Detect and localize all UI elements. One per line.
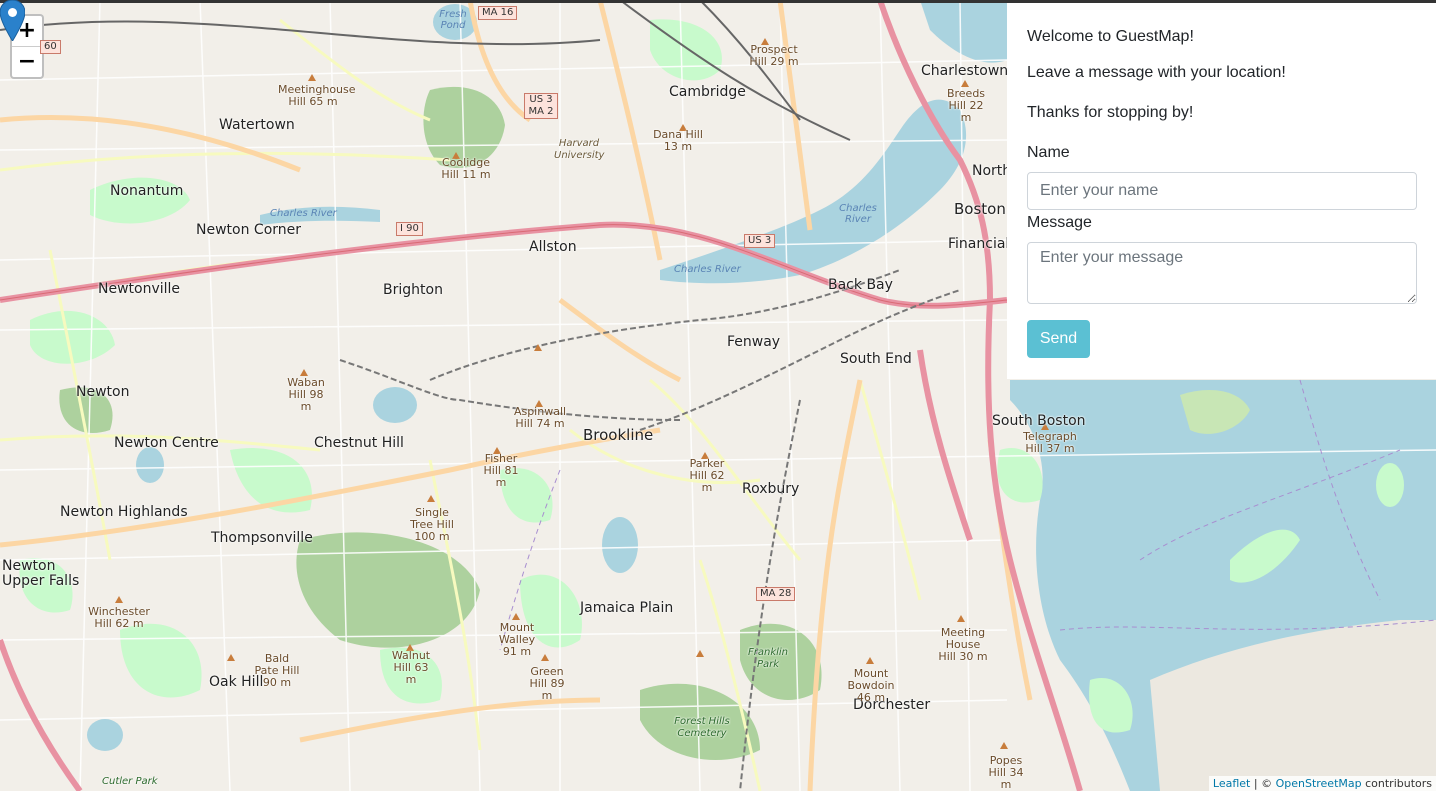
attribution-suffix: contributors (1361, 777, 1432, 790)
name-label: Name (1027, 144, 1070, 161)
message-input[interactable] (1027, 242, 1417, 304)
place-label: Roxbury (742, 481, 800, 497)
hill-label: Winchester Hill 62 m (88, 605, 150, 630)
hill-label: Mount Bowdoin 46 m (847, 667, 895, 704)
route-shield: MA 28 (756, 587, 796, 601)
openstreetmap-link[interactable]: OpenStreetMap (1276, 777, 1362, 790)
hill-label: Breeds Hill 22 m (946, 87, 986, 124)
hill-label: Coolidge Hill 11 m (441, 156, 491, 181)
place-label: Fenway (727, 334, 781, 350)
location-marker-icon[interactable] (0, 0, 25, 41)
route-shield: US 3 MA 2 (524, 93, 558, 119)
place-label: Watertown (219, 117, 295, 133)
cemetery-label: Forest Hills Cemetery (674, 716, 730, 739)
hill-label: Popes Hill 34 m (988, 754, 1024, 791)
hill-label: Dana Hill 13 m (653, 128, 703, 153)
place-label: Charlestown (921, 63, 1009, 79)
water-label: Fresh Pond (439, 9, 467, 31)
route-shield: I 90 (396, 222, 423, 236)
park-label: Franklin Park (748, 647, 789, 670)
attribution-separator: | © (1250, 777, 1276, 790)
place-label: Cambridge (669, 84, 746, 100)
hill-label: Waban Hill 98 m (287, 376, 325, 413)
route-shield: MA 16 (478, 6, 518, 20)
place-label: Newton Corner (196, 222, 302, 238)
hill-label: Aspinwall Hill 74 m (513, 405, 567, 430)
hill-label: Telegraph Hill 37 m (1023, 430, 1077, 455)
place-label: South Boston (992, 413, 1086, 429)
route-shield: 60 (40, 40, 61, 54)
place-label: Nonantum (110, 183, 184, 199)
leaflet-link[interactable]: Leaflet (1213, 777, 1250, 790)
hill-label: Parker Hill 62 m (689, 457, 725, 494)
hill-label: Meetinghouse Hill 65 m (278, 83, 356, 108)
water-label: Charles River (674, 264, 741, 275)
place-label: Newton Upper Falls (2, 558, 80, 589)
route-shield: US 3 (744, 234, 776, 248)
hill-label: Meeting House Hill 30 m (938, 626, 988, 663)
place-label: Newtonville (98, 281, 181, 297)
welcome-text: Welcome to GuestMap! (1027, 28, 1194, 45)
hill-label: Single Tree Hill 100 m (410, 506, 454, 543)
place-label: Brighton (383, 282, 443, 298)
hill-label: Walnut Hill 63 m (391, 649, 431, 686)
water-label: Charles River (839, 203, 877, 225)
place-label: Newton Centre (114, 435, 219, 451)
place-label: Newton Highlands (60, 504, 188, 520)
guestbook-panel: Welcome to GuestMap! Leave a message wit… (1007, 3, 1436, 379)
map-attribution: Leaflet | © OpenStreetMap contributors (1208, 776, 1436, 791)
place-label: Chestnut Hill (314, 435, 404, 451)
water-label: Charles River (270, 208, 337, 219)
place-label: Newton (76, 384, 130, 400)
message-label: Message (1027, 214, 1092, 231)
hill-label: Bald Pate Hill 90 m (254, 652, 300, 689)
hill-label: Prospect Hill 29 m (749, 43, 799, 68)
place-label: South End (840, 351, 912, 367)
place-label: North (972, 163, 1012, 179)
hill-label: Fisher Hill 81 m (483, 452, 519, 489)
park-label: Cutler Park (102, 776, 158, 787)
place-label: Back Bay (828, 277, 893, 293)
place-label: Allston (529, 239, 577, 255)
place-label: Brookline (583, 426, 654, 444)
place-label: Boston (954, 200, 1006, 218)
send-button[interactable]: Send (1027, 320, 1090, 358)
place-label: Jamaica Plain (580, 600, 674, 616)
instruction-text: Leave a message with your location! (1027, 64, 1286, 81)
zoom-out-button[interactable]: − (12, 46, 42, 77)
campus-label: Harvard University (554, 138, 605, 161)
thanks-text: Thanks for stopping by! (1027, 104, 1194, 121)
name-input[interactable] (1027, 172, 1417, 210)
hill-label: Green Hill 89 m (529, 665, 565, 702)
hill-label: Mount Walley 91 m (498, 621, 536, 658)
place-label: Thompsonville (211, 530, 313, 546)
